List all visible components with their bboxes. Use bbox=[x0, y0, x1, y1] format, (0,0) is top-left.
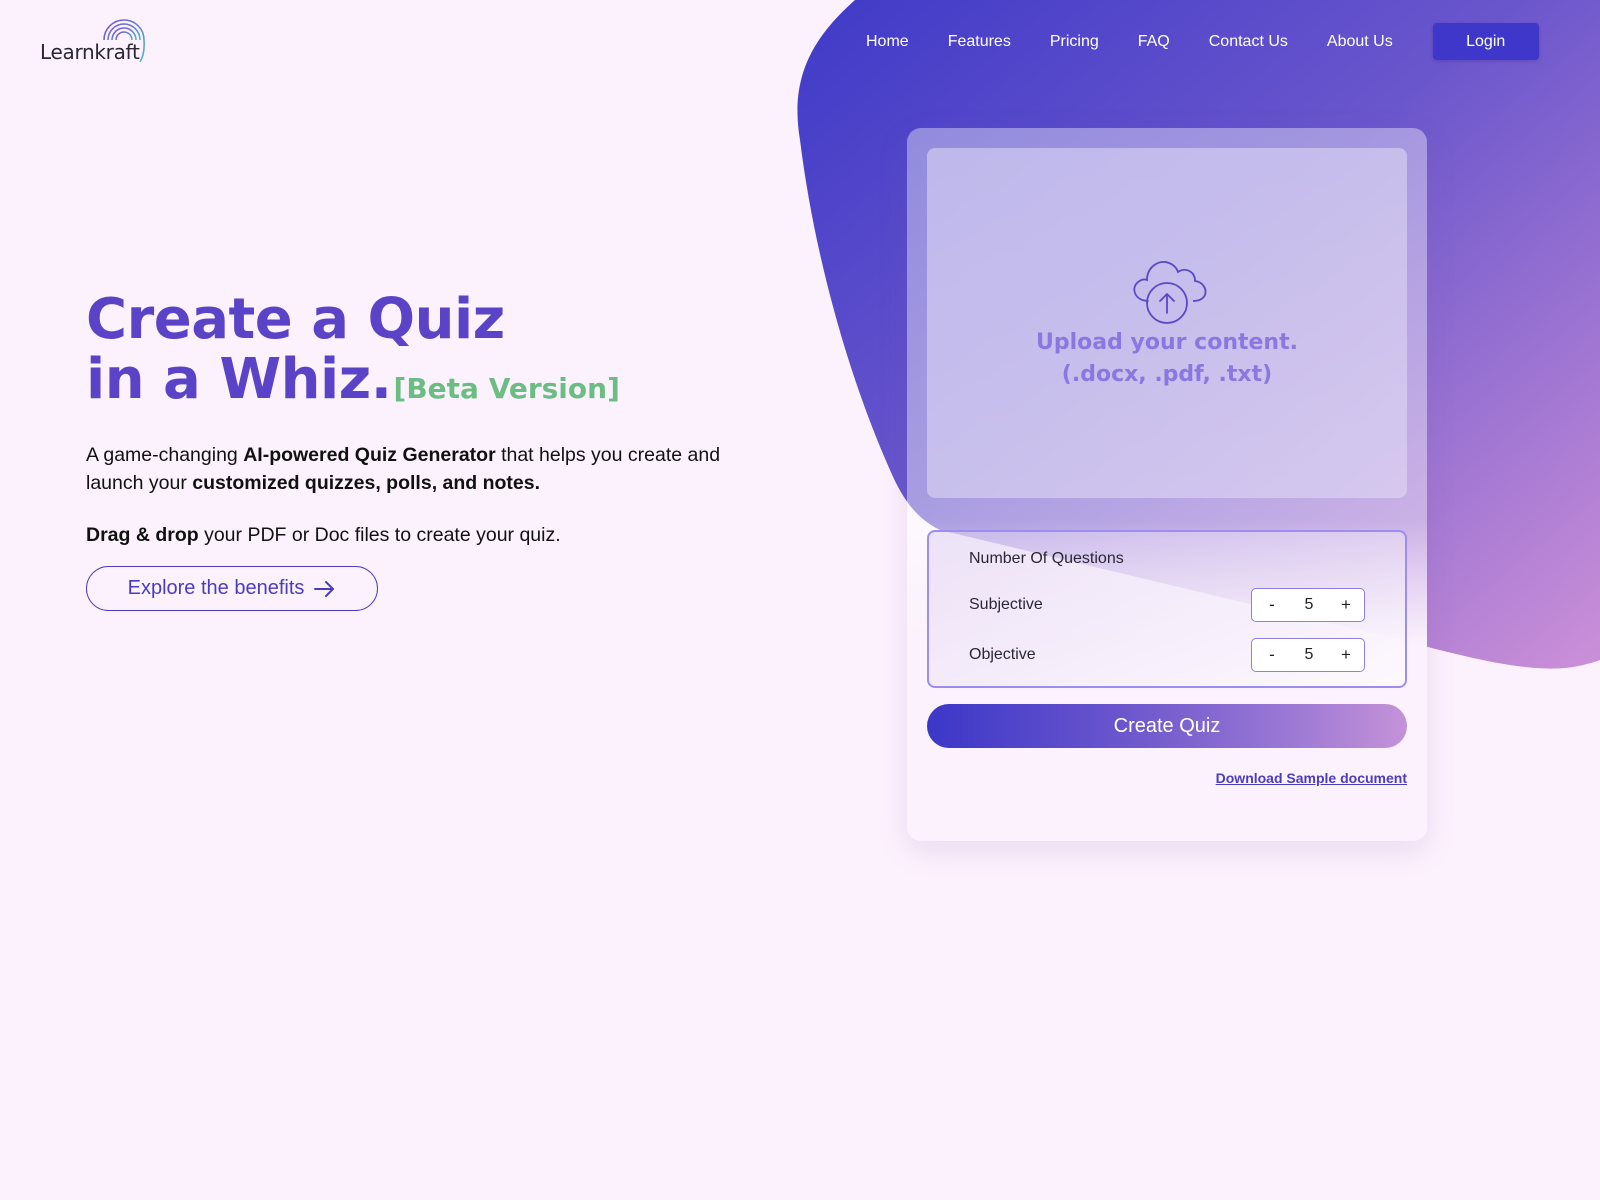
beta-badge: [Beta Version] bbox=[393, 372, 620, 405]
create-quiz-button[interactable]: Create Quiz bbox=[927, 704, 1407, 748]
desc-bold-features: customized quizzes, polls, and notes. bbox=[192, 472, 541, 494]
quiz-generator-card: Upload your content. (.docx, .pdf, .txt)… bbox=[907, 128, 1427, 841]
upload-dropzone[interactable]: Upload your content. (.docx, .pdf, .txt) bbox=[927, 148, 1407, 498]
login-button[interactable]: Login bbox=[1432, 23, 1539, 60]
objective-value[interactable]: 5 bbox=[1299, 646, 1319, 664]
logo-text: Learnkraft bbox=[40, 40, 140, 64]
download-sample-link[interactable]: Download Sample document bbox=[1216, 770, 1407, 786]
nav-home[interactable]: Home bbox=[866, 24, 909, 60]
hero-title-line1: Create a Quiz bbox=[86, 287, 505, 352]
objective-label: Objective bbox=[969, 646, 1036, 663]
drag-drop-bold: Drag & drop bbox=[86, 524, 199, 546]
upload-title: Upload your content. bbox=[1036, 330, 1298, 355]
desc-bold-generator: AI-powered Quiz Generator bbox=[243, 444, 496, 466]
logo[interactable]: Learnkraft bbox=[40, 18, 155, 68]
subjective-increment-button[interactable]: + bbox=[1338, 595, 1354, 615]
explore-benefits-button[interactable]: Explore the benefits bbox=[86, 566, 378, 611]
objective-row: Objective - 5 + bbox=[969, 638, 1365, 672]
hero-title: Create a Quiz in a Whiz.[Beta Version] bbox=[86, 290, 766, 419]
drag-drop-rest: your PDF or Doc files to create your qui… bbox=[198, 524, 561, 546]
hero-section: Create a Quiz in a Whiz.[Beta Version] A… bbox=[86, 290, 766, 611]
arrow-right-icon bbox=[314, 580, 335, 597]
top-nav: Home Features Pricing FAQ Contact Us Abo… bbox=[866, 23, 1539, 60]
objective-increment-button[interactable]: + bbox=[1338, 645, 1354, 665]
objective-stepper[interactable]: - 5 + bbox=[1251, 638, 1365, 672]
nav-about-us[interactable]: About Us bbox=[1327, 24, 1393, 60]
nav-pricing[interactable]: Pricing bbox=[1050, 24, 1099, 60]
number-of-questions-panel: Number Of Questions Subjective - 5 + Obj… bbox=[927, 530, 1407, 688]
desc-text: A game-changing bbox=[86, 444, 244, 466]
nav-faq[interactable]: FAQ bbox=[1138, 24, 1170, 60]
upload-formats: (.docx, .pdf, .txt) bbox=[1061, 362, 1273, 387]
nav-contact-us[interactable]: Contact Us bbox=[1209, 24, 1288, 60]
hero-title-line2: in a Whiz. bbox=[86, 347, 392, 412]
subjective-row: Subjective - 5 + bbox=[969, 588, 1365, 622]
drag-drop-text: Drag & drop your PDF or Doc files to cre… bbox=[86, 524, 766, 547]
cloud-upload-icon bbox=[1133, 261, 1207, 324]
subjective-stepper[interactable]: - 5 + bbox=[1251, 588, 1365, 622]
subjective-value[interactable]: 5 bbox=[1299, 596, 1319, 614]
subjective-label: Subjective bbox=[969, 596, 1043, 613]
explore-label: Explore the benefits bbox=[127, 577, 305, 599]
subjective-decrement-button[interactable]: - bbox=[1264, 595, 1280, 615]
nav-features[interactable]: Features bbox=[948, 24, 1011, 60]
hero-description: A game-changing AI-powered Quiz Generato… bbox=[86, 441, 766, 497]
objective-decrement-button[interactable]: - bbox=[1264, 645, 1280, 665]
questions-heading: Number Of Questions bbox=[969, 550, 1124, 567]
